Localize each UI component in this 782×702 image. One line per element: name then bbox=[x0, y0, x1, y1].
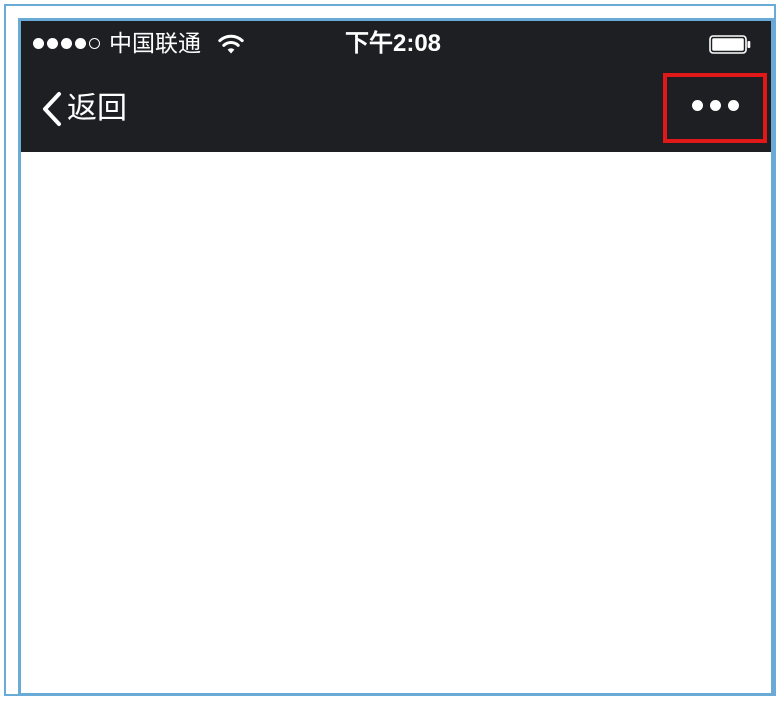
signal-dot bbox=[47, 38, 58, 49]
navigation-bar: 返回 bbox=[21, 65, 771, 152]
battery-icon bbox=[709, 35, 751, 54]
ellipsis-icon bbox=[667, 100, 763, 111]
wifi-icon bbox=[218, 34, 244, 54]
phone-screen: 中国联通 下午2:08 返回 bbox=[18, 18, 774, 696]
signal-dot bbox=[61, 38, 72, 49]
carrier-name: 中国联通 bbox=[109, 31, 201, 57]
page-content bbox=[21, 152, 771, 693]
signal-strength-icon bbox=[33, 38, 100, 49]
ellipsis-dot bbox=[709, 100, 721, 111]
signal-dot bbox=[33, 38, 44, 49]
ellipsis-dot bbox=[691, 100, 703, 111]
signal-dot bbox=[75, 38, 86, 49]
signal-dot-empty bbox=[89, 38, 100, 49]
back-button[interactable]: 返回 bbox=[41, 89, 127, 129]
status-bar: 中国联通 下午2:08 bbox=[21, 21, 771, 65]
chevron-left-icon bbox=[43, 92, 61, 126]
back-label: 返回 bbox=[67, 91, 127, 126]
clock-time: 下午2:08 bbox=[345, 30, 442, 57]
ellipsis-dot bbox=[727, 100, 739, 111]
outer-frame: 中国联通 下午2:08 返回 bbox=[4, 4, 776, 696]
more-options-button[interactable] bbox=[663, 73, 767, 143]
top-bar: 中国联通 下午2:08 返回 bbox=[21, 21, 771, 152]
